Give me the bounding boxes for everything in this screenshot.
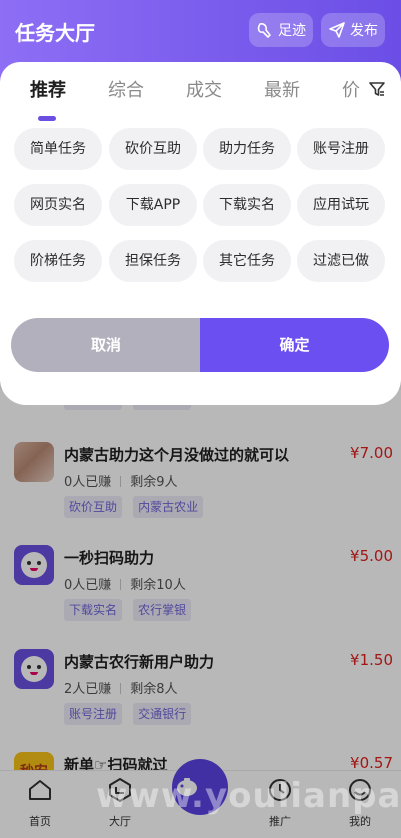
publish-button[interactable]: 发布 <box>321 13 385 47</box>
category-chip[interactable]: 过滤已做 <box>297 240 385 282</box>
tab-comprehensive[interactable]: 综合 <box>108 76 144 102</box>
category-chip[interactable]: 下载实名 <box>203 184 291 226</box>
filter-icon[interactable] <box>368 80 386 98</box>
category-chip[interactable]: 应用试玩 <box>297 184 385 226</box>
send-icon <box>329 22 345 38</box>
sort-tabs: 推荐 综合 成交 最新 价 <box>0 76 401 121</box>
publish-label: 发布 <box>350 23 378 39</box>
category-chip[interactable]: 砍价互助 <box>109 128 197 170</box>
footprint-icon <box>257 23 271 38</box>
category-chip[interactable]: 助力任务 <box>203 128 291 170</box>
filter-panel: 推荐 综合 成交 最新 价 简单任务 砍价互助 助力任务 账号注册 网页实名 下… <box>0 62 401 405</box>
category-chip[interactable]: 网页实名 <box>14 184 102 226</box>
category-chip[interactable]: 简单任务 <box>14 128 102 170</box>
tab-price[interactable]: 价 <box>342 76 360 102</box>
category-chip[interactable]: 阶梯任务 <box>14 240 102 282</box>
footprint-button[interactable]: 足迹 <box>249 13 313 47</box>
active-tab-indicator <box>38 116 56 121</box>
confirm-button[interactable]: 确定 <box>200 318 389 372</box>
tab-latest[interactable]: 最新 <box>264 76 300 102</box>
page-title: 任务大厅 <box>15 21 95 45</box>
watermark: www.youlianpao.cn <box>96 776 401 816</box>
footprint-label: 足迹 <box>278 23 306 39</box>
tab-recommended[interactable]: 推荐 <box>30 76 66 102</box>
category-chip[interactable]: 账号注册 <box>297 128 385 170</box>
tab-deals[interactable]: 成交 <box>186 76 222 102</box>
category-chip[interactable]: 其它任务 <box>203 240 291 282</box>
category-chip[interactable]: 下载APP <box>109 184 197 226</box>
category-chip[interactable]: 担保任务 <box>109 240 197 282</box>
cancel-button[interactable]: 取消 <box>11 318 201 372</box>
